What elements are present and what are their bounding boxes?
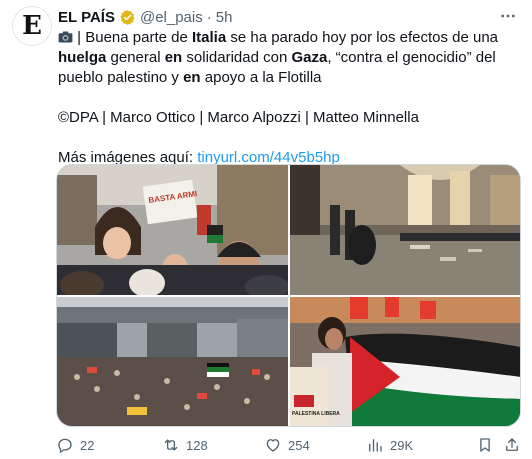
protest-crowd-banner-photo[interactable]: BASTA ARMI: [57, 165, 288, 295]
tweet-bold-segment: Gaza: [291, 49, 328, 66]
repost-count: 128: [186, 437, 208, 453]
views-button[interactable]: 29K: [366, 436, 413, 454]
tweet-text-segment: general: [106, 49, 165, 66]
photo-grid: BASTA ARMI PALESTINA LIBERA: [56, 164, 521, 427]
palestinian-flag-photo[interactable]: PALESTINA LIBERA: [290, 297, 520, 426]
reply-button[interactable]: 22: [56, 436, 94, 454]
tweet-header: EL PAÍS @el_pais · 5h: [58, 7, 232, 27]
share-button[interactable]: [503, 436, 521, 454]
station-riot-police-photo[interactable]: [290, 165, 520, 295]
separator-dot: ·: [206, 8, 212, 26]
svg-text:PALESTINA LIBERA: PALESTINA LIBERA: [292, 411, 340, 417]
tweet-bold-segment: en: [164, 49, 183, 66]
tweet-text-segment: se ha parado hoy por los efectos de una: [226, 29, 499, 46]
tweet-body: | Buena parte de Italia se ha parado hoy…: [58, 28, 522, 88]
tweet-time[interactable]: 5h: [216, 9, 233, 26]
tweet-actions: 22 128 254 29K: [56, 434, 521, 456]
bookmark-icon: [480, 438, 490, 452]
more-options-icon[interactable]: [498, 6, 518, 26]
heart-icon: [266, 439, 280, 452]
like-button[interactable]: 254: [264, 436, 310, 454]
tweet-bold-segment: Italia: [191, 29, 227, 46]
tweet-bold-segment: en: [183, 69, 201, 86]
repost-icon: [164, 439, 178, 451]
photo-credits: ©DPA | Marco Ottico | Marco Alpozzi | Ma…: [58, 109, 419, 126]
bookmark-button[interactable]: [476, 436, 494, 454]
author-name[interactable]: EL PAÍS: [58, 9, 115, 26]
repost-button[interactable]: 128: [162, 436, 208, 454]
reply-count: 22: [80, 437, 95, 453]
author-handle[interactable]: @el_pais: [140, 9, 203, 26]
aerial-march-photo[interactable]: [57, 297, 288, 426]
tweet-text-segment: solidaridad con: [182, 49, 292, 66]
el-pais-avatar[interactable]: E: [12, 6, 52, 46]
reply-icon: [58, 438, 72, 453]
camera-emoji-icon: [58, 31, 73, 43]
tweet-text: | Buena parte de Italia se ha parado hoy…: [58, 28, 522, 168]
views-chart-icon: [369, 439, 382, 452]
tweet-text-segment: | Buena parte de: [73, 29, 192, 46]
share-icon: [506, 438, 518, 451]
like-count: 254: [288, 437, 310, 453]
tweet-bold-segment: huelga: [58, 49, 107, 66]
tweet-text-segment: apoyo a la Flotilla: [200, 69, 322, 86]
avatar-letter: E: [22, 11, 42, 41]
verified-badge-icon: [120, 9, 135, 25]
views-count: 29K: [390, 437, 414, 453]
